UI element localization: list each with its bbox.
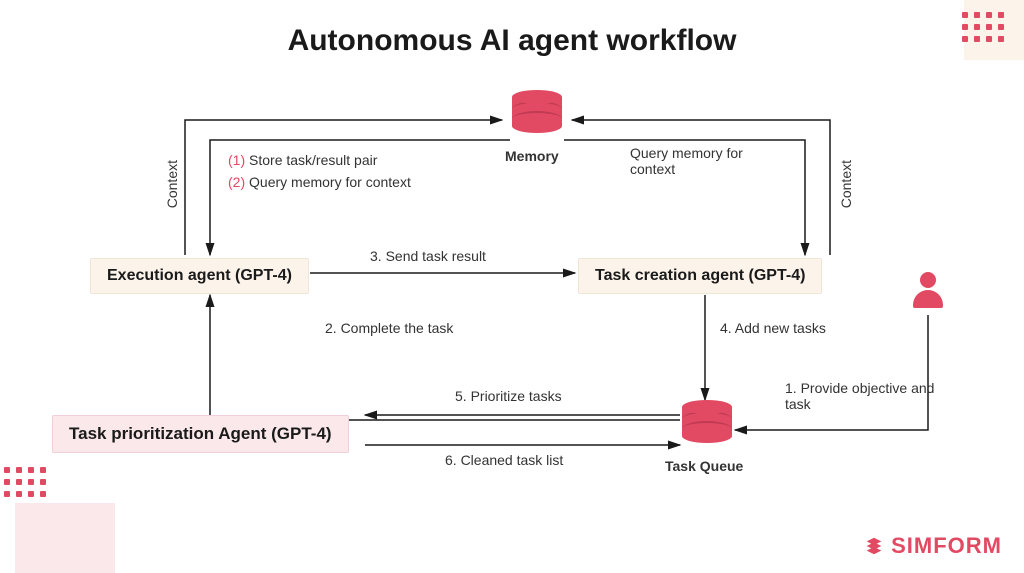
task-queue-node <box>682 400 732 443</box>
context-left-label: Context <box>164 160 180 208</box>
memory-label: Memory <box>505 148 559 164</box>
dot-grid-bl <box>4 467 46 497</box>
simform-logo: SIMFORM <box>863 533 1002 559</box>
diagram-title: Autonomous AI agent workflow <box>0 24 1024 58</box>
step5-label: 5. Prioritize tasks <box>455 388 562 404</box>
user-icon <box>910 272 946 308</box>
task-queue-label: Task Queue <box>665 458 743 474</box>
memory-node <box>512 90 562 133</box>
step6-label: 6. Cleaned task list <box>445 452 563 468</box>
task-prioritization-agent-box: Task prioritization Agent (GPT-4) <box>52 415 349 453</box>
step3-label: 3. Send task result <box>370 248 486 264</box>
task-creation-agent-label: Task creation agent (GPT-4) <box>595 267 805 284</box>
context-right-label: Context <box>838 160 854 208</box>
step4-label: 4. Add new tasks <box>720 320 826 336</box>
execution-agent-label: Execution agent (GPT-4) <box>107 267 292 284</box>
execution-agent-box: Execution agent (GPT-4) <box>90 258 309 294</box>
memory-left-line2: (2) Query memory for context <box>228 174 411 190</box>
memory-left-line1: (1) Store task/result pair <box>228 152 377 168</box>
logo-icon <box>863 535 885 557</box>
memory-left-text2: Query memory for context <box>245 174 411 190</box>
logo-text: SIMFORM <box>891 533 1002 559</box>
memory-left-num2: (2) <box>228 174 245 190</box>
step1-label: 1. Provide objective and task <box>785 380 935 412</box>
corner-decoration-bl <box>15 503 115 573</box>
memory-left-text1: Store task/result pair <box>245 152 377 168</box>
memory-right-label: Query memory for context <box>630 145 770 177</box>
step2-label: 2. Complete the task <box>325 320 453 336</box>
memory-left-num1: (1) <box>228 152 245 168</box>
task-prioritization-agent-label: Task prioritization Agent (GPT-4) <box>69 424 332 443</box>
task-creation-agent-box: Task creation agent (GPT-4) <box>578 258 822 294</box>
